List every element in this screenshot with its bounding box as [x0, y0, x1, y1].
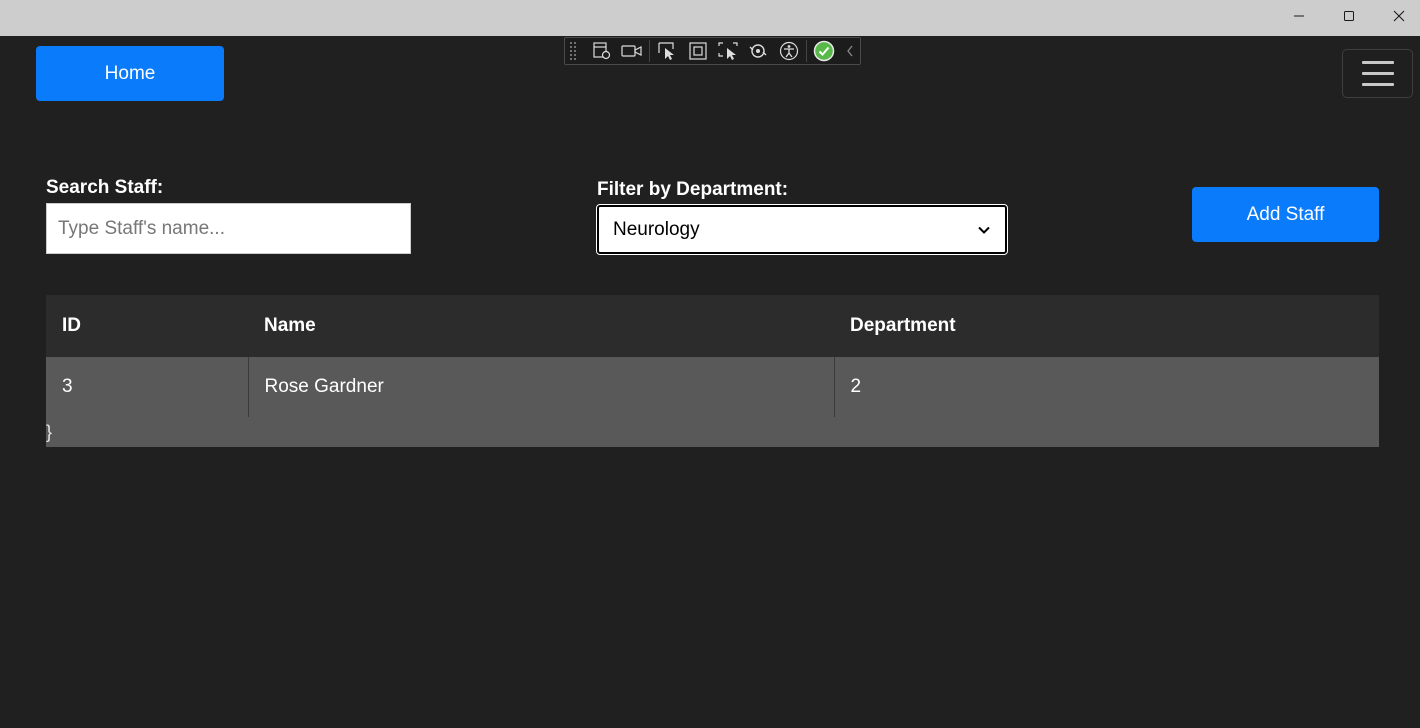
app-content: Home Search Staff: Type Staff's name... … [0, 36, 1420, 728]
video-record-icon [621, 45, 642, 57]
home-button[interactable]: Home [36, 46, 224, 101]
table-header-row: ID Name Department [46, 295, 1379, 357]
collapse-chevron-icon [846, 45, 853, 57]
chevron-down-icon [978, 226, 990, 234]
accessibility-button[interactable] [774, 38, 804, 64]
hot-reload-icon [749, 44, 767, 58]
binding-check-icon [813, 40, 835, 62]
close-button[interactable] [1374, 0, 1420, 32]
window-titlebar [0, 0, 1420, 36]
department-select-value: Neurology [613, 218, 700, 240]
track-focus-button[interactable] [713, 38, 743, 64]
accessibility-icon [779, 41, 798, 61]
video-record-button[interactable] [617, 38, 647, 64]
filter-label: Filter by Department: [597, 179, 789, 200]
maximize-button[interactable] [1324, 0, 1374, 32]
column-header-id[interactable]: ID [46, 295, 248, 357]
add-staff-button[interactable]: Add Staff [1192, 187, 1379, 242]
track-focus-icon [718, 42, 738, 60]
select-element-button[interactable] [652, 38, 682, 64]
search-input[interactable] [46, 203, 411, 254]
close-icon [1393, 10, 1405, 22]
staff-table: ID Name Department 3 Rose Gardner 2 [46, 295, 1379, 418]
minimize-button[interactable] [1274, 0, 1324, 32]
cell-name: Rose Gardner [248, 357, 835, 418]
binding-check-button[interactable] [809, 38, 839, 64]
toolbar-grip[interactable] [569, 41, 577, 61]
select-element-icon [658, 42, 675, 60]
minimize-icon [1294, 15, 1304, 17]
table-row[interactable]: 3 Rose Gardner 2 [46, 357, 1379, 418]
department-select[interactable]: Neurology [596, 204, 1008, 255]
menu-toggle-button[interactable] [1342, 49, 1413, 98]
display-layout-adorners-button[interactable] [683, 38, 713, 64]
column-header-department[interactable]: Department [834, 295, 1379, 357]
column-header-name[interactable]: Name [248, 295, 834, 357]
hamburger-icon [1361, 61, 1394, 64]
search-label: Search Staff: [46, 177, 164, 198]
trailing-brace-text: } [46, 417, 1379, 447]
display-layout-adorners-icon [689, 42, 707, 60]
collapse-toolbar-button[interactable] [839, 38, 860, 64]
xaml-debug-toolbar [564, 37, 861, 65]
live-visual-tree-button[interactable] [587, 38, 617, 64]
maximize-icon [1344, 11, 1354, 21]
live-visual-tree-icon [593, 42, 610, 60]
cell-id: 3 [46, 357, 249, 418]
hot-reload-button[interactable] [743, 38, 773, 64]
cell-department: 2 [834, 357, 1379, 418]
